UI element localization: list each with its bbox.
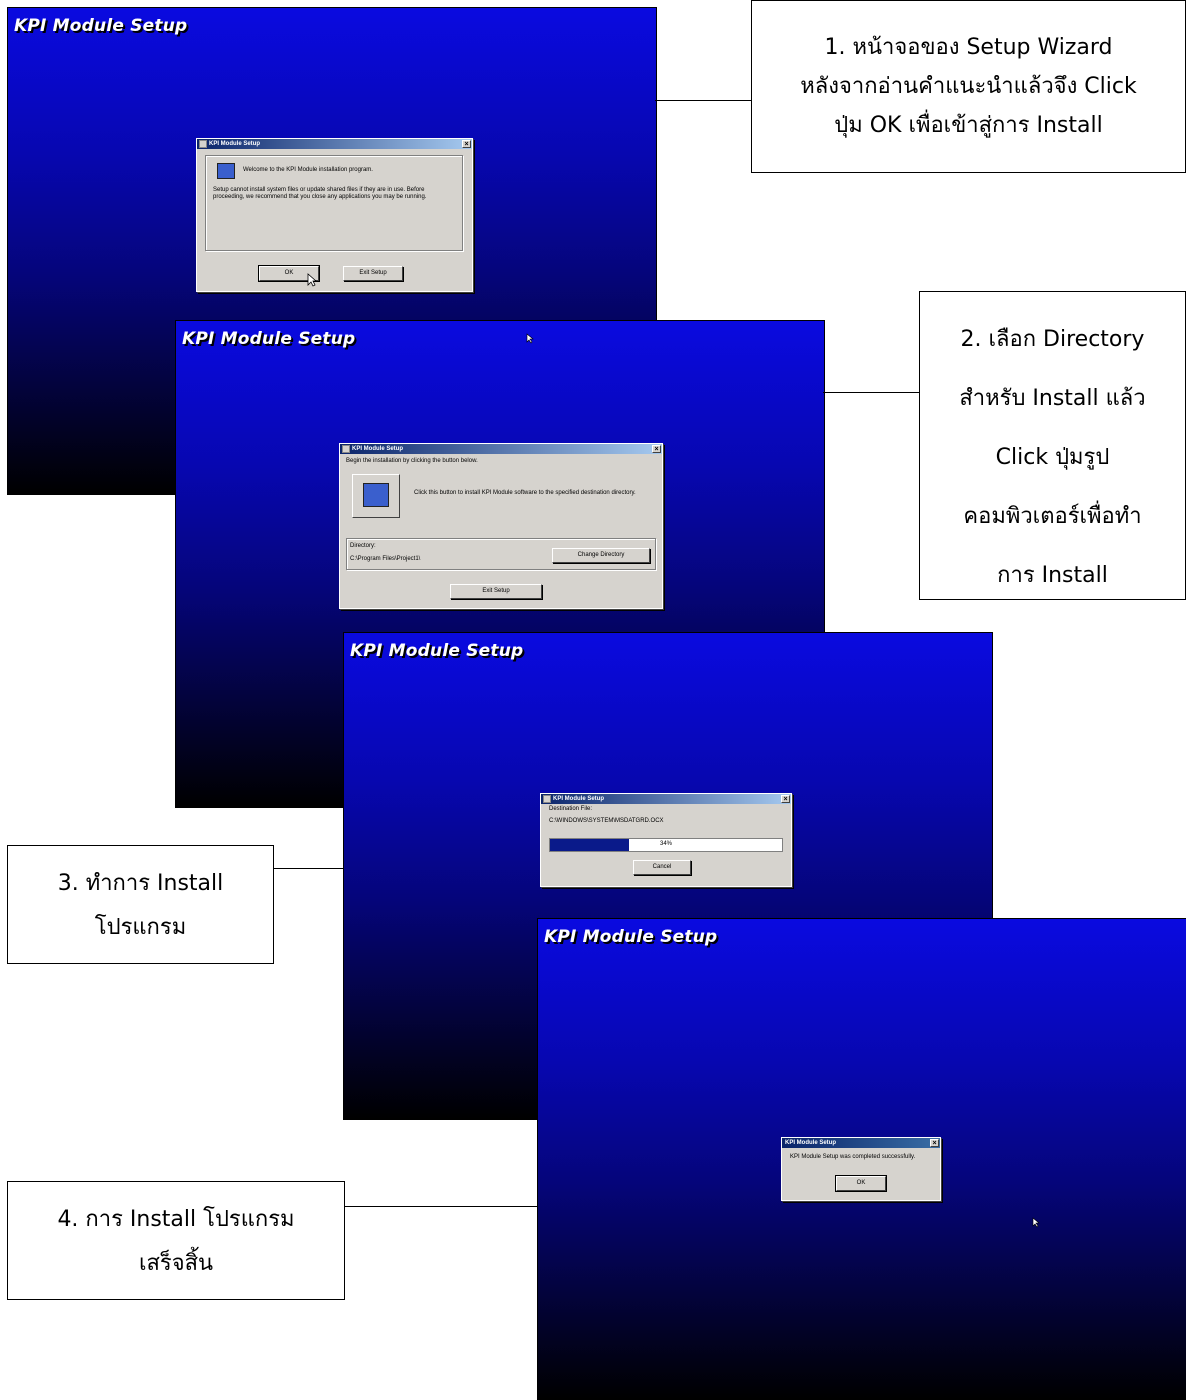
mouse-cursor-icon (526, 333, 534, 344)
change-directory-button[interactable]: Change Directory (552, 548, 650, 563)
destination-label: Destination File: (549, 806, 593, 812)
callout-step-4: 4. การ Install โปรแกรม เสร็จสิ้น (7, 1181, 345, 1300)
directory-dialog: KPI Module Setup × Begin the installatio… (339, 443, 663, 609)
screen-title: KPI Module Setup (350, 641, 524, 661)
callout-3-leader (273, 868, 343, 869)
screen-title: KPI Module Setup (182, 329, 356, 349)
callout-line: หลังจากอ่านคำแนะนำแล้วจึง Click (800, 74, 1137, 99)
callout-1-leader (655, 100, 752, 101)
callout-step-1: 1. หน้าจอของ Setup Wizard หลังจากอ่านคำแ… (751, 0, 1186, 173)
dialog-title: KPI Module Setup (553, 796, 604, 802)
dialog-titlebar: KPI Module Setup × (197, 139, 472, 149)
directory-value: C:\Program Files\Project1\ (350, 556, 421, 562)
warning-text: Setup cannot install system files or upd… (213, 187, 427, 200)
screen-title: KPI Module Setup (14, 16, 188, 36)
callout-line: สำหรับ Install แล้ว (959, 386, 1146, 411)
install-computer-button[interactable] (352, 474, 400, 518)
destination-value: C:\WINDOWS\SYSTEM\MSDATGRD.OCX (549, 818, 664, 824)
exit-setup-button[interactable]: Exit Setup (343, 266, 403, 281)
callout-line: โปรแกรม (94, 915, 187, 940)
directory-label: Directory: (350, 543, 376, 549)
setup-screen-4: KPI Module Setup KPI Module Setup × KPI … (537, 918, 1186, 1400)
dialog-titlebar: KPI Module Setup × (340, 444, 662, 454)
setup-icon (543, 795, 551, 803)
completed-message: KPI Module Setup was completed successfu… (790, 1154, 916, 1160)
close-icon[interactable]: × (781, 795, 790, 803)
callout-line: 2. เลือก Directory (960, 327, 1145, 352)
close-icon[interactable]: × (462, 140, 471, 148)
dialog-title: KPI Module Setup (785, 1140, 836, 1146)
ok-button[interactable]: OK (835, 1175, 887, 1192)
progress-text: 34% (659, 841, 672, 847)
callout-line: Click ปุ่มรูป (995, 445, 1110, 470)
callout-4-leader (344, 1206, 537, 1207)
welcome-dialog: KPI Module Setup × Welcome to the KPI Mo… (196, 138, 473, 292)
callout-step-2: 2. เลือก Directory สำหรับ Install แล้ว C… (919, 291, 1186, 600)
callout-line: 4. การ Install โปรแกรม (57, 1207, 295, 1232)
cancel-button[interactable]: Cancel (633, 860, 691, 875)
close-icon[interactable]: × (930, 1139, 939, 1147)
mouse-cursor-icon (307, 273, 317, 287)
screen-title: KPI Module Setup (544, 927, 718, 947)
progress-bar: 34% (549, 838, 783, 852)
instruction-text: Begin the installation by clicking the b… (346, 458, 478, 464)
computer-install-icon (363, 483, 389, 507)
progress-dialog: KPI Module Setup × Destination File: C:\… (540, 793, 792, 887)
install-hint-text: Click this button to install KPI Module … (414, 490, 636, 496)
computer-install-icon (217, 163, 235, 179)
callout-step-3: 3. ทำการ Install โปรแกรม (7, 845, 274, 964)
mouse-cursor-icon (1032, 1217, 1040, 1228)
dialog-title: KPI Module Setup (352, 446, 403, 452)
callout-line: เสร็จสิ้น (138, 1251, 214, 1276)
callout-2-leader (823, 392, 920, 393)
close-icon[interactable]: × (652, 445, 661, 453)
callout-line: การ Install (997, 563, 1108, 588)
callout-line: คอมพิวเตอร์เพื่อทำ (963, 504, 1142, 529)
welcome-text: Welcome to the KPI Module installation p… (243, 167, 373, 173)
callout-line: 1. หน้าจอของ Setup Wizard (824, 35, 1113, 60)
callout-line: ปุ่ม OK เพื่อเข้าสู่การ Install (834, 113, 1103, 138)
dialog-title: KPI Module Setup (209, 141, 260, 147)
exit-setup-button[interactable]: Exit Setup (450, 584, 542, 599)
callout-line: 3. ทำการ Install (57, 871, 224, 896)
completed-dialog: KPI Module Setup × KPI Module Setup was … (781, 1137, 941, 1201)
dialog-titlebar: KPI Module Setup × (541, 794, 791, 804)
setup-icon (342, 445, 350, 453)
setup-icon (199, 140, 207, 148)
dialog-titlebar: KPI Module Setup × (782, 1138, 940, 1148)
